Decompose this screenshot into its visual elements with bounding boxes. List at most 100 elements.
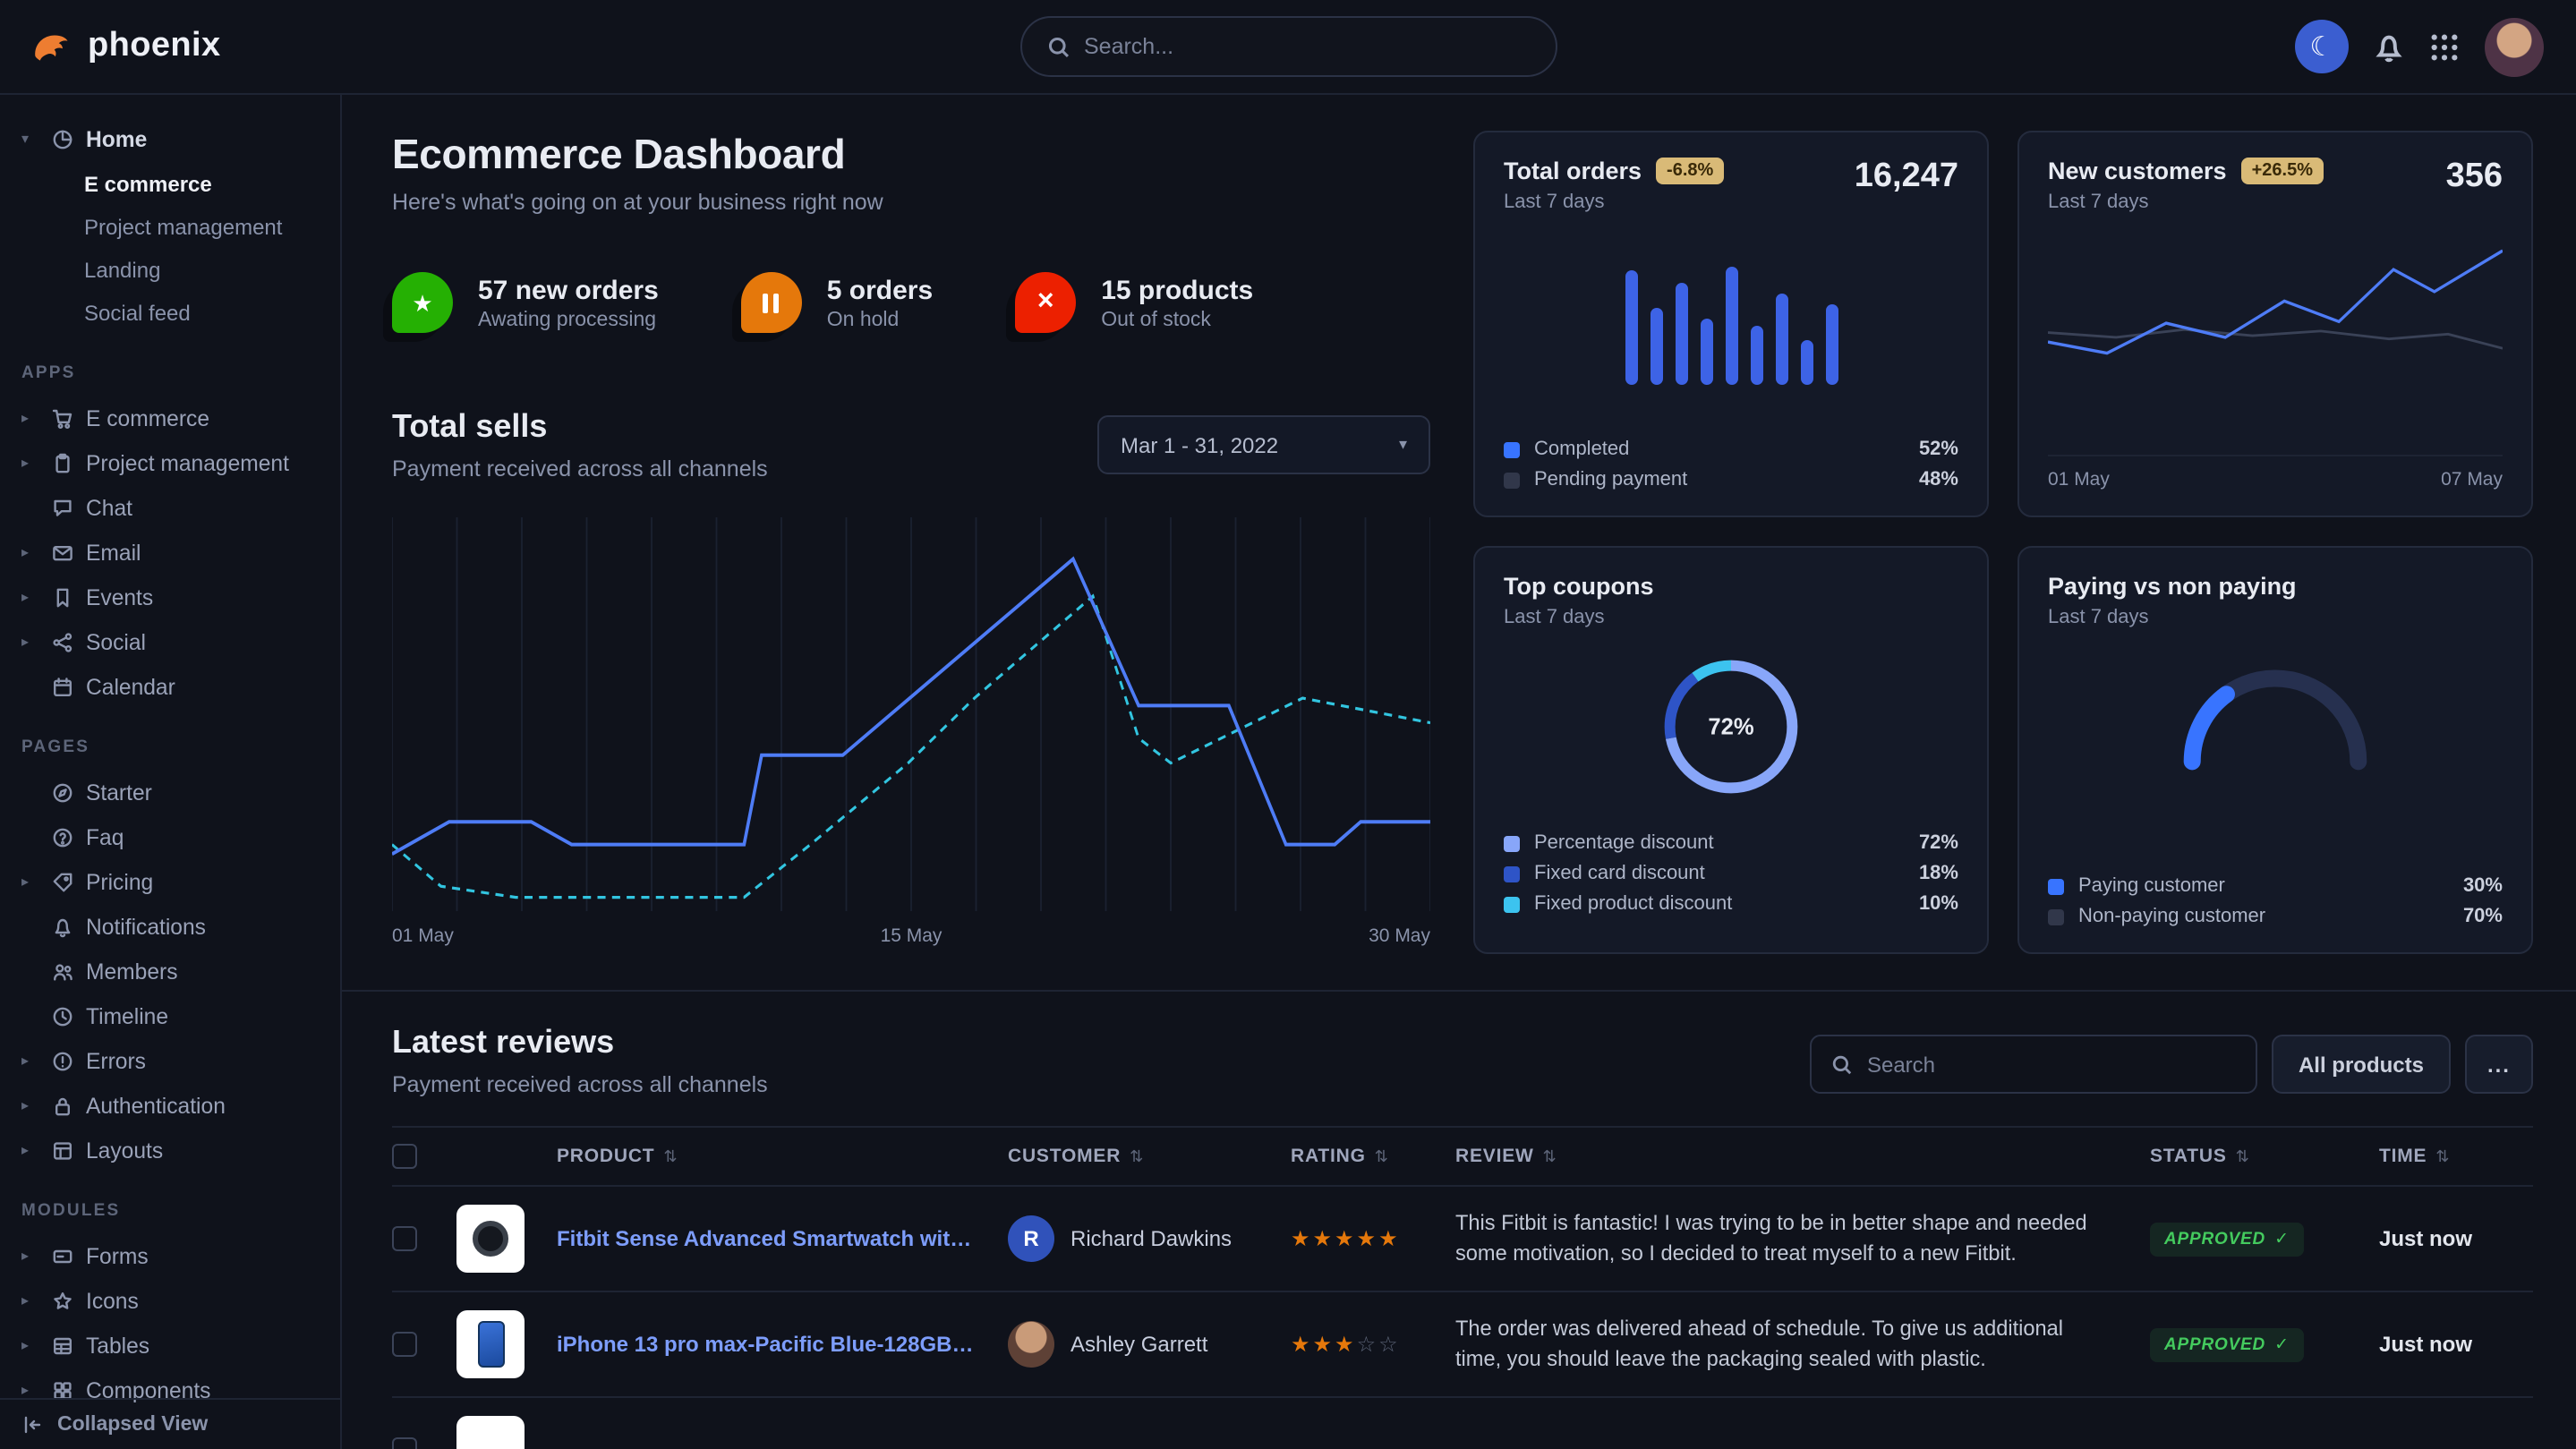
sidebar-item-home[interactable]: ▾ Home	[0, 116, 340, 161]
status-badge: APPROVED✓	[2150, 1328, 2304, 1362]
reviews-search-input[interactable]	[1867, 1052, 2236, 1077]
select-all-checkbox[interactable]	[392, 1144, 417, 1169]
sidebar-item-apps-ecommerce[interactable]: ▸ E commerce	[0, 396, 340, 440]
chevron-right-icon: ▸	[21, 544, 39, 560]
column-customer[interactable]: CUSTOMER⇅	[1008, 1146, 1291, 1167]
stat-orders-on-hold: 5 orders On hold	[741, 272, 933, 333]
column-product[interactable]: PRODUCT⇅	[557, 1146, 1008, 1167]
sidebar-item-notifications[interactable]: Notifications	[0, 904, 340, 949]
column-review[interactable]: REVIEW⇅	[1455, 1146, 2150, 1167]
total-orders-card: Total orders -6.8% Last 7 days 16,247	[1473, 131, 1989, 517]
customer-avatar[interactable]: R	[1008, 1215, 1054, 1262]
tag-icon	[52, 871, 73, 892]
table-header-row: PRODUCT⇅ CUSTOMER⇅ RATING⇅ REVIEW⇅ STATU…	[392, 1126, 2533, 1187]
x-tick: 15 May	[881, 925, 943, 947]
sort-icon: ⇅	[1130, 1146, 1144, 1166]
row-checkbox[interactable]	[392, 1437, 417, 1449]
chevron-right-icon: ▸	[21, 874, 39, 890]
new-customers-value: 356	[2446, 158, 2503, 197]
sidebar-item-icons[interactable]: ▸ Icons	[0, 1278, 340, 1323]
lock-icon	[52, 1095, 73, 1116]
smartwatch-image	[473, 1221, 508, 1257]
total-sells-chart: 01 May 15 May 30 May	[392, 517, 1430, 947]
chevron-right-icon: ▸	[21, 1097, 39, 1113]
theme-toggle-button[interactable]: ☾	[2295, 20, 2349, 73]
product-thumbnail[interactable]	[456, 1310, 525, 1378]
navbar: phoenix ☾	[0, 0, 2576, 95]
pause-icon	[741, 272, 802, 333]
sort-icon: ⇅	[1375, 1146, 1389, 1166]
sidebar-item-ecommerce[interactable]: E commerce	[0, 163, 340, 206]
sidebar-item-calendar[interactable]: Calendar	[0, 664, 340, 709]
product-link[interactable]: iPhone 13 pro max-Pacific Blue-128GB sto…	[557, 1332, 1008, 1357]
sidebar-item-events[interactable]: ▸ Events	[0, 575, 340, 619]
customer-name: Richard Dawkins	[1070, 1226, 1232, 1251]
date-range-select[interactable]: Mar 1 - 31, 2022 ▾	[1097, 415, 1430, 474]
sidebar-item-tables[interactable]: ▸ Tables	[0, 1323, 340, 1368]
bookmark-icon	[52, 586, 73, 608]
sidebar-item-layouts[interactable]: ▸ Layouts	[0, 1128, 340, 1172]
sidebar: ▾ Home E commerce Project management Lan…	[0, 95, 342, 1449]
legend-item: Paying customer 30%	[2048, 875, 2503, 897]
chevron-down-icon: ▾	[21, 131, 39, 147]
search-icon	[1046, 35, 1070, 58]
column-time[interactable]: TIME⇅	[2379, 1146, 2533, 1167]
sidebar-item-chat[interactable]: Chat	[0, 485, 340, 530]
sidebar-item-starter[interactable]: Starter	[0, 770, 340, 814]
sidebar-item-errors[interactable]: ▸ Errors	[0, 1038, 340, 1083]
sort-icon: ⇅	[2435, 1146, 2450, 1166]
sidebar-item-landing[interactable]: Landing	[0, 249, 340, 292]
share-icon	[52, 631, 73, 652]
column-status[interactable]: STATUS⇅	[2150, 1146, 2379, 1167]
sidebar-item-pricing[interactable]: ▸ Pricing	[0, 859, 340, 904]
sidebar-section-apps: APPS	[0, 363, 340, 383]
calendar-icon	[52, 676, 73, 697]
user-avatar[interactable]	[2485, 17, 2544, 76]
sidebar-item-social[interactable]: ▸ Social	[0, 619, 340, 664]
sidebar-item-apps-project-management[interactable]: ▸ Project management	[0, 440, 340, 485]
legend-item: Non-paying customer 70%	[2048, 906, 2503, 927]
column-rating[interactable]: RATING⇅	[1291, 1146, 1455, 1167]
new-customers-card: New customers +26.5% Last 7 days 356	[2017, 131, 2533, 517]
brand[interactable]: phoenix	[29, 24, 221, 69]
check-icon: ✓	[2274, 1230, 2290, 1249]
sidebar-item-forms[interactable]: ▸ Forms	[0, 1233, 340, 1278]
collapse-sidebar-button[interactable]: Collapsed View	[0, 1398, 340, 1449]
sidebar-item-faq[interactable]: Faq	[0, 814, 340, 859]
table-icon	[52, 1334, 73, 1356]
chevron-right-icon: ▸	[21, 589, 39, 605]
product-thumbnail[interactable]	[456, 1205, 525, 1273]
sidebar-item-social-feed[interactable]: Social feed	[0, 292, 340, 335]
help-icon	[52, 826, 73, 848]
navbar-search[interactable]	[1019, 16, 1557, 77]
sidebar-item-members[interactable]: Members	[0, 949, 340, 993]
previous-line	[2048, 329, 2503, 348]
users-icon	[52, 960, 73, 982]
total-sells-title: Total sells	[392, 408, 768, 446]
product-link[interactable]: Fitbit Sense Advanced Smartwatch with To…	[557, 1226, 1008, 1251]
legend-swatch	[1504, 472, 1520, 488]
more-actions-button[interactable]: ...	[2465, 1035, 2533, 1094]
apps-grid-button[interactable]	[2429, 31, 2460, 62]
reviews-search[interactable]	[1810, 1035, 2257, 1094]
sort-icon: ⇅	[2236, 1146, 2250, 1166]
star-outline-icon	[52, 1290, 73, 1311]
notifications-button[interactable]	[2374, 31, 2404, 62]
search-input[interactable]	[1084, 34, 1530, 59]
sidebar-item-project-management[interactable]: Project management	[0, 206, 340, 249]
row-checkbox[interactable]	[392, 1226, 417, 1251]
sidebar-item-timeline[interactable]: Timeline	[0, 993, 340, 1038]
app: phoenix ☾ ▾ Home E commerce	[0, 0, 2576, 1449]
grid-dots-icon	[2429, 31, 2460, 62]
sidebar-item-authentication[interactable]: ▸ Authentication	[0, 1083, 340, 1128]
chevron-right-icon: ▸	[21, 1142, 39, 1158]
review-time: Just now	[2379, 1332, 2533, 1357]
sidebar-item-email[interactable]: ▸ Email	[0, 530, 340, 575]
table-row: Fitbit Sense Advanced Smartwatch with To…	[392, 1187, 2533, 1292]
customer-avatar[interactable]	[1008, 1321, 1054, 1368]
row-checkbox[interactable]	[392, 1332, 417, 1357]
stat-out-of-stock: × 15 products Out of stock	[1015, 272, 1253, 333]
product-thumbnail[interactable]	[456, 1416, 525, 1449]
all-products-button[interactable]: All products	[2272, 1035, 2451, 1094]
legend-swatch	[1504, 835, 1520, 851]
